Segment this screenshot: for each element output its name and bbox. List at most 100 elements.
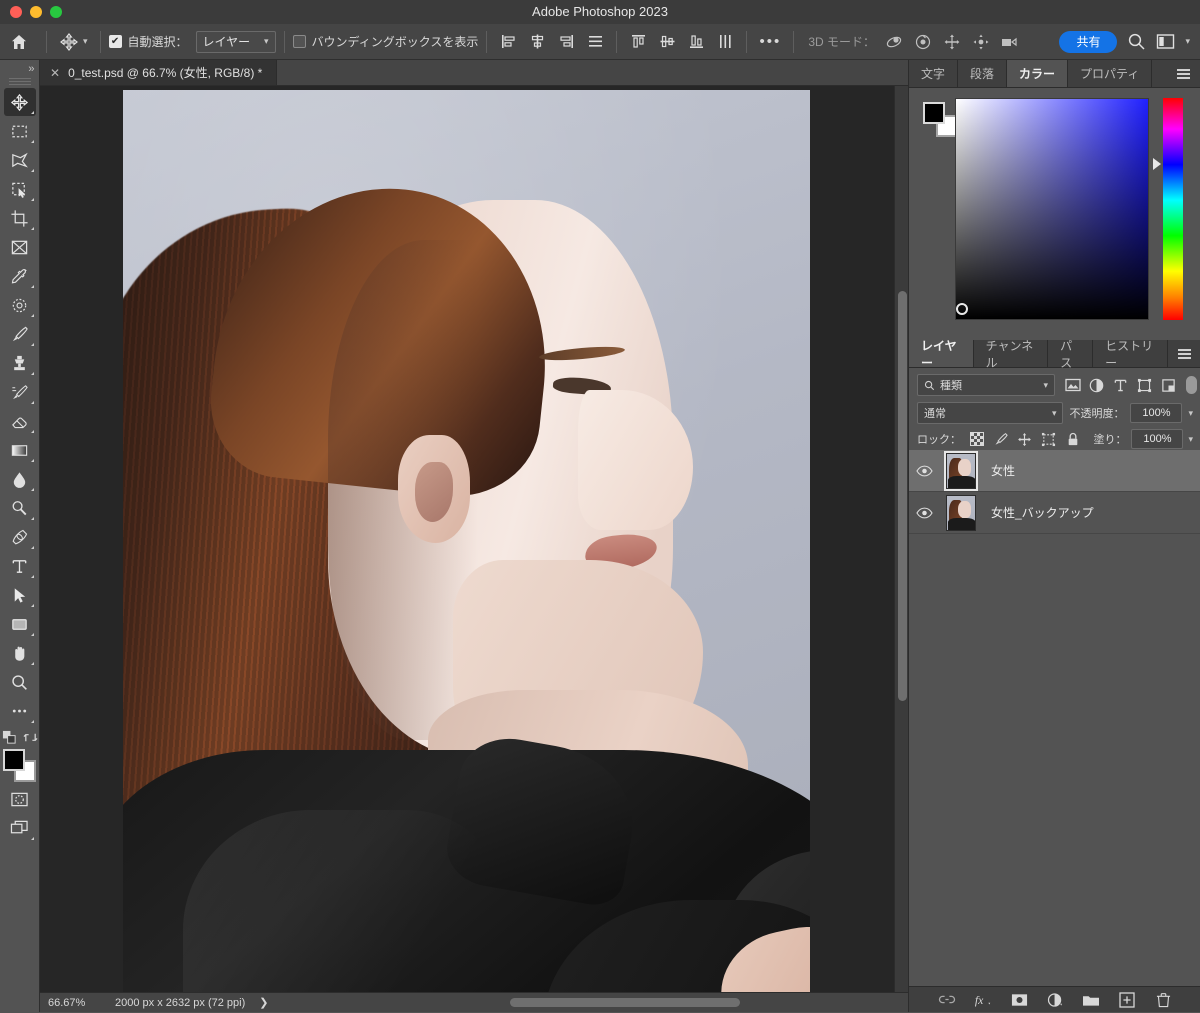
shape-tool[interactable] [4,610,36,638]
edit-toolbar-button[interactable] [4,697,36,725]
opacity-value[interactable]: 100% [1130,403,1183,423]
auto-select-dropdown[interactable]: レイヤー ▾ [195,30,276,53]
frame-tool[interactable] [4,233,36,261]
canvas-horizontal-scrollbar[interactable] [460,993,908,1013]
chevron-down-icon[interactable]: ▾ [1185,36,1190,47]
zoom-tool[interactable] [4,668,36,696]
canvas-vertical-scrollbar[interactable] [894,86,908,992]
brush-tool[interactable] [4,320,36,348]
color-panel-swatches[interactable] [923,102,958,137]
eye-visible-icon[interactable] [909,465,939,477]
minimize-window-button[interactable] [30,6,42,18]
auto-select-checkbox[interactable]: ✔ [108,35,122,48]
horizontal-scroll-thumb[interactable] [510,998,740,1007]
workspace-panel-icon[interactable] [1156,33,1175,50]
lasso-tool[interactable] [4,146,36,174]
path-selection-tool[interactable] [4,581,36,609]
clone-stamp-tool[interactable] [4,349,36,377]
more-options-button[interactable]: ••• [755,29,785,55]
orbit-3d-icon[interactable] [881,29,907,55]
tab-color[interactable]: カラー [1007,60,1069,87]
default-colors-icon[interactable] [2,730,17,745]
gradient-tool[interactable] [4,436,36,464]
tab-paragraph[interactable]: 段落 [958,60,1008,87]
filter-type-layers-icon[interactable] [1112,377,1129,394]
panel-menu-icon[interactable] [1168,340,1200,367]
swap-colors-icon[interactable] [23,730,38,745]
close-window-button[interactable] [10,6,22,18]
hue-slider-marker[interactable] [1153,158,1161,170]
lock-all-icon[interactable] [1064,431,1081,448]
layer-name[interactable]: 女性 [983,462,1015,479]
current-tool-chip[interactable]: ▾ [55,32,92,52]
eye-visible-icon[interactable] [909,507,939,519]
tab-paths[interactable]: パス [1048,339,1094,370]
crop-tool[interactable] [4,204,36,232]
layer-style-fx-icon[interactable]: fx [974,991,992,1009]
align-bottom-edges-icon[interactable] [683,29,709,55]
marquee-tool[interactable] [4,117,36,145]
filter-enable-toggle[interactable] [1186,376,1197,394]
blur-tool[interactable] [4,465,36,493]
hue-slider[interactable] [1163,98,1183,320]
layer-thumbnail-portrait[interactable] [946,494,976,531]
filter-smart-object-icon[interactable] [1160,377,1177,394]
quick-mask-button[interactable] [4,785,36,813]
share-button[interactable]: 共有 [1059,30,1118,53]
type-tool[interactable] [4,552,36,580]
zoom-level[interactable]: 66.67% [40,997,115,1009]
pan-3d-icon[interactable] [939,29,965,55]
chevron-right-icon[interactable]: ❯ [259,996,268,1009]
distribute-horizontally-icon[interactable] [582,29,608,55]
color-panel-foreground-swatch[interactable] [923,102,945,124]
double-chevron-right-icon[interactable]: » [0,60,40,78]
align-horizontal-centers-icon[interactable] [524,29,550,55]
foreground-color-swatch[interactable] [2,749,25,771]
healing-brush-tool[interactable] [4,291,36,319]
new-layer-icon[interactable] [1118,991,1136,1009]
document-tab[interactable]: ✕ 0_test.psd @ 66.7% (女性, RGB/8) * [40,60,278,85]
panel-menu-icon[interactable] [1167,60,1200,87]
new-adjustment-layer-icon[interactable] [1046,991,1064,1009]
screen-mode-button[interactable] [4,814,36,842]
table-row[interactable]: 女性 [909,450,1200,492]
roll-3d-icon[interactable] [910,29,936,55]
filter-adjustment-layers-icon[interactable] [1088,377,1105,394]
object-selection-tool[interactable] [4,175,36,203]
tools-panel-grip[interactable] [8,78,31,85]
eyedropper-tool[interactable] [4,262,36,290]
foreground-background-swatches[interactable] [2,749,37,783]
search-icon[interactable] [1127,32,1146,51]
canvas-area[interactable] [40,86,908,992]
filter-shape-layers-icon[interactable] [1136,377,1153,394]
color-field-marker[interactable] [956,303,968,315]
table-row[interactable]: 女性_バックアップ [909,492,1200,534]
hand-tool[interactable] [4,639,36,667]
show-bounding-box-checkbox[interactable] [292,35,306,48]
color-field-picker[interactable] [955,98,1149,320]
filter-pixel-layers-icon[interactable] [1064,377,1081,394]
blend-mode-dropdown[interactable]: 通常 ▾ [917,402,1064,424]
align-right-edges-icon[interactable] [553,29,579,55]
delete-layer-icon[interactable] [1154,991,1172,1009]
move-tool[interactable] [3,88,36,116]
align-top-edges-icon[interactable] [625,29,651,55]
new-group-icon[interactable] [1082,991,1100,1009]
eraser-tool[interactable] [4,407,36,435]
layer-filter-dropdown[interactable]: 種類 ▾ [917,374,1055,396]
lock-transparent-pixels-icon[interactable] [968,431,985,448]
align-left-edges-icon[interactable] [495,29,521,55]
layer-name[interactable]: 女性_バックアップ [983,504,1094,521]
camera-3d-icon[interactable] [997,29,1023,55]
vertical-scroll-thumb[interactable] [898,291,907,701]
distribute-vertically-icon[interactable] [712,29,738,55]
link-layers-icon[interactable] [938,991,956,1009]
thumbnail-cell[interactable] [939,452,983,489]
fill-value[interactable]: 100% [1131,429,1184,449]
lock-position-icon[interactable] [1016,431,1033,448]
opacity-chevron-down-icon[interactable]: ▾ [1188,408,1193,419]
tab-properties[interactable]: プロパティ [1068,60,1153,87]
home-icon[interactable] [0,33,38,51]
document-image[interactable] [123,90,810,992]
tab-history[interactable]: ヒストリー [1093,339,1168,370]
